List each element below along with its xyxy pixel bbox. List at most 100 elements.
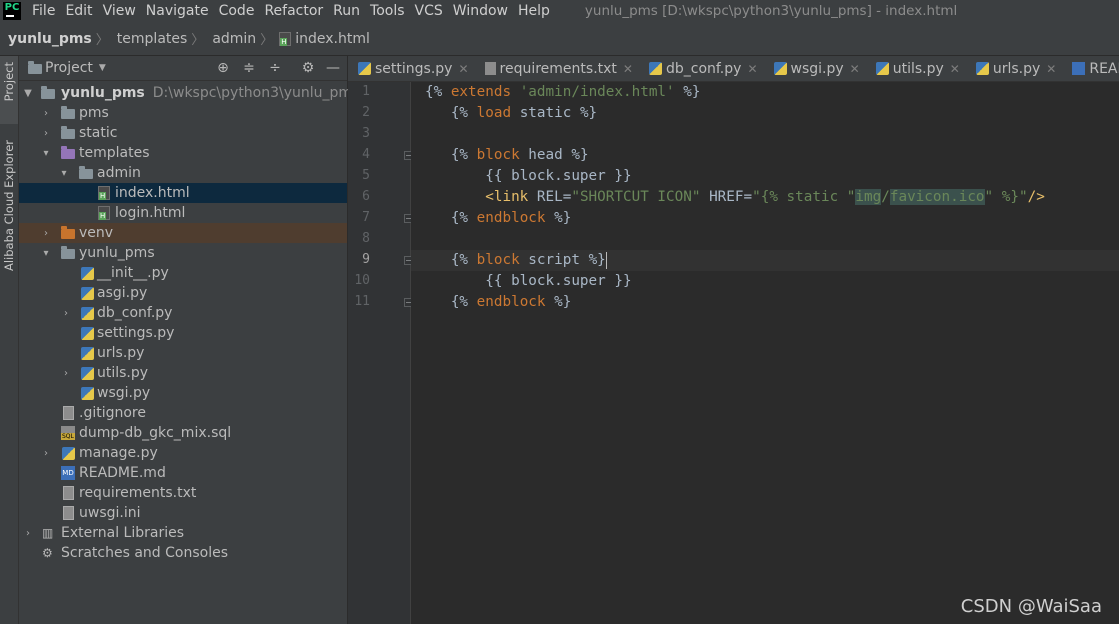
line-number: 10 [354,273,370,288]
project-panel-title[interactable]: Project [45,60,93,76]
menu-file[interactable]: File [27,3,60,19]
close-icon[interactable]: ✕ [1046,62,1056,76]
menu-tools[interactable]: Tools [365,3,410,19]
breadcrumb-separator-icon: 〉 [260,33,274,48]
tree-item-index-html[interactable]: index.html [19,183,347,203]
tree-item-pms[interactable]: › pms [19,103,347,123]
chevron-right-icon[interactable]: › [61,368,71,379]
menu-refactor[interactable]: Refactor [259,3,328,19]
close-icon[interactable]: ✕ [950,62,960,76]
tab-wsgi-py[interactable]: wsgi.py ✕ [764,56,866,81]
line-number: 4 [362,147,370,162]
tree-item-label: admin [97,165,141,181]
tree-item-label: yunlu_pms D:\wkspc\python3\yunlu_pms [61,85,360,101]
project-path: D:\wkspc\python3\yunlu_pms [152,85,360,101]
close-icon[interactable]: ✕ [623,62,633,76]
breadcrumb-admin[interactable]: admin [204,31,260,47]
tab-requirements-txt[interactable]: requirements.txt ✕ [475,56,639,81]
menu-bar: PC File Edit View Navigate Code Refactor… [0,0,1119,22]
menu-window[interactable]: Window [448,3,513,19]
tree-item-label: dump-db_gkc_mix.sql [79,425,232,441]
tree-item-wsgi-py[interactable]: wsgi.py [19,383,347,403]
menu-run[interactable]: Run [328,3,365,19]
chevron-down-icon[interactable]: ▼ [23,88,33,99]
chevron-right-icon[interactable]: › [41,108,51,119]
project-tool-button[interactable]: Project [0,56,18,124]
alibaba-cloud-explorer-button[interactable]: Alibaba Cloud Explorer [2,140,16,271]
tree-item-templates[interactable]: ▾ templates [19,143,347,163]
chevron-right-icon[interactable]: › [23,528,33,539]
chevron-right-icon[interactable]: › [41,448,51,459]
tree-item-sql-dump[interactable]: dump-db_gkc_mix.sql [19,423,347,443]
code-line-6: <link REL="SHORTCUT ICON" HREF="{% stati… [425,189,1045,205]
menu-edit[interactable]: Edit [60,3,97,19]
tree-item-external-libraries[interactable]: › ▥ External Libraries [19,523,347,543]
code-editor[interactable]: {% extends 'admin/index.html' %} {% load… [411,82,1119,624]
chevron-right-icon[interactable]: › [41,228,51,239]
tree-item-yunlu-pms-root[interactable]: ▼ yunlu_pms D:\wkspc\python3\yunlu_pms [19,83,359,103]
chevron-down-icon[interactable]: ▾ [41,248,51,259]
breadcrumb-templates[interactable]: templates [109,31,192,47]
chevron-right-icon[interactable]: › [61,308,71,319]
tree-item-readme[interactable]: MD README.md [19,463,347,483]
breadcrumb-file-label: index.html [295,30,370,47]
line-number: 3 [362,126,370,141]
tree-item-uwsgi-ini[interactable]: uwsgi.ini [19,503,347,523]
folder-icon [61,106,75,119]
tree-item-urls-py[interactable]: urls.py [19,343,347,363]
close-icon[interactable]: ✕ [458,62,468,76]
html-file-icon [98,206,110,220]
tree-item-login-html[interactable]: login.html [19,203,347,223]
tab-urls-py[interactable]: urls.py ✕ [966,56,1063,81]
python-file-icon [81,266,94,280]
breadcrumb-project[interactable]: yunlu_pms [0,31,96,47]
locate-target-icon[interactable]: ⊕ [215,60,231,76]
expand-all-icon[interactable]: ≑ [241,60,257,76]
menu-code[interactable]: Code [214,3,260,19]
line-number: 5 [362,168,370,183]
tree-item-label: uwsgi.ini [79,505,141,521]
line-number: 7 [362,210,370,225]
folder-icon [41,86,55,99]
tab-settings-py[interactable]: settings.py ✕ [348,56,475,81]
tree-item-label: README.md [79,465,166,481]
menu-vcs[interactable]: VCS [410,3,448,19]
breadcrumb-file[interactable]: index.html [273,31,374,47]
code-line-2: {% load static %} [425,105,598,121]
minimize-icon[interactable]: — [325,60,341,76]
close-icon[interactable]: ✕ [747,62,757,76]
tree-item-gitignore[interactable]: .gitignore [19,403,347,423]
tree-item-static[interactable]: › static [19,123,347,143]
chevron-down-icon[interactable]: ▾ [41,148,51,159]
tree-item-db-conf-py[interactable]: › db_conf.py [19,303,347,323]
tab-db-conf-py[interactable]: db_conf.py ✕ [639,56,764,81]
tab-readme-md[interactable]: README.md [1062,56,1119,81]
tree-item-requirements[interactable]: requirements.txt [19,483,347,503]
chevron-down-icon[interactable]: ▾ [59,168,69,179]
tree-item-yunlu-pms-package[interactable]: ▾ yunlu_pms [19,243,347,263]
tree-item-manage-py[interactable]: › manage.py [19,443,347,463]
code-line-4: {% block head %} [425,147,589,163]
markdown-file-icon: MD [61,466,75,480]
chevron-down-icon[interactable]: ▼ [99,63,106,73]
tree-item-scratches[interactable]: ⚙ Scratches and Consoles [19,543,347,563]
tree-item-init-py[interactable]: __init__.py [19,263,347,283]
collapse-all-icon[interactable]: ÷ [267,60,283,76]
tree-item-venv[interactable]: › venv [19,223,347,243]
tab-label: settings.py [375,60,453,77]
tree-item-utils-py[interactable]: › utils.py [19,363,347,383]
menu-navigate[interactable]: Navigate [141,3,214,19]
menu-help[interactable]: Help [513,3,555,19]
tree-item-settings-py[interactable]: settings.py [19,323,347,343]
tree-item-label: asgi.py [97,285,148,301]
close-icon[interactable]: ✕ [850,62,860,76]
gear-icon[interactable]: ⚙ [300,60,316,76]
tab-utils-py[interactable]: utils.py ✕ [866,56,966,81]
tree-item-admin[interactable]: ▾ admin [19,163,347,183]
chevron-right-icon[interactable]: › [41,128,51,139]
code-line-7: {% endblock %} [425,210,572,226]
scratches-icon: ⚙ [42,546,53,560]
python-file-icon [975,62,989,75]
menu-view[interactable]: View [98,3,141,19]
tree-item-asgi-py[interactable]: asgi.py [19,283,347,303]
